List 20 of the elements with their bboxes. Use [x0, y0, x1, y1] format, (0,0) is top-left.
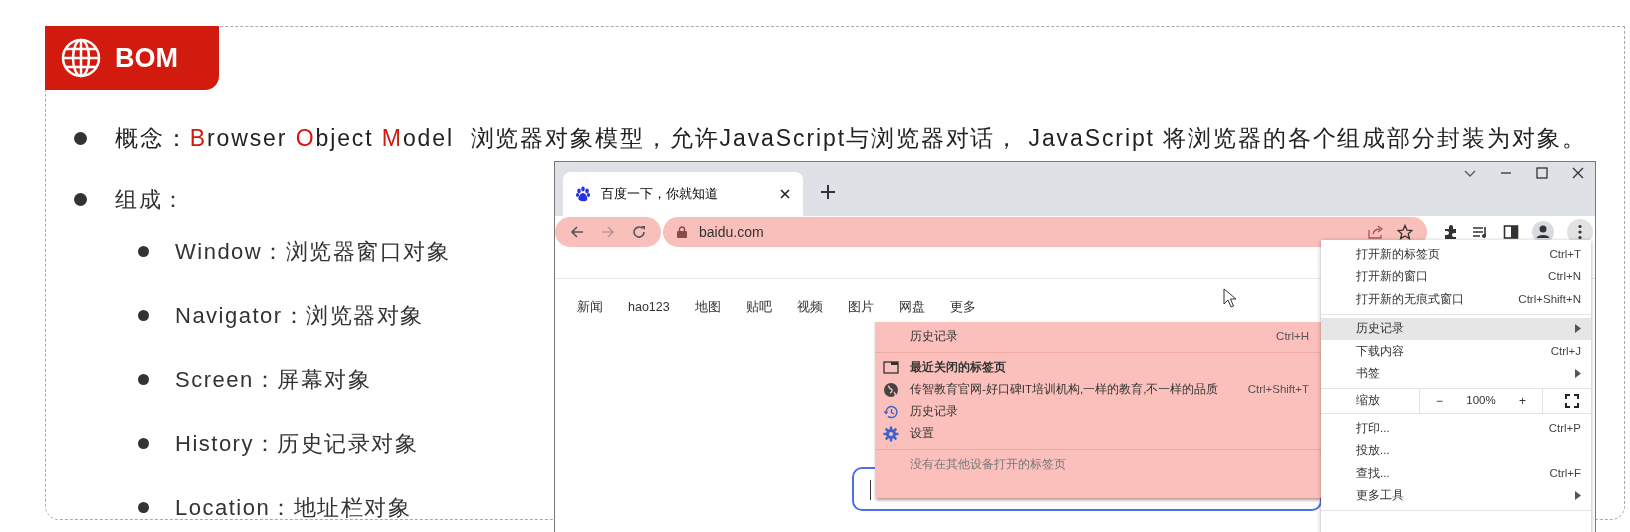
list-item-text: History：历史记录对象 — [175, 430, 419, 458]
shortcut-label: Ctrl+Shift+N — [1518, 291, 1581, 307]
zoom-label: 缩放 — [1355, 393, 1381, 409]
concept-text: 概念：Browser Object M odel 浏览器对象模型，允许JavaScript与浏览器对话， JavaScript 将浏览器的各个组成部分封装为对象。 — [115, 124, 1587, 153]
empty-note: 没有在其他设备打开的标签页 — [909, 457, 1067, 473]
list-item-text: Screen：屏幕对象 — [175, 366, 372, 394]
shortcut-label: Ctrl+P — [1548, 420, 1581, 436]
shortcut-label: Ctrl+H — [1276, 329, 1309, 345]
shortcut-label: Ctrl+J — [1550, 343, 1581, 359]
shortcut-label: Ctrl+Shift+T — [1247, 382, 1309, 398]
shortcut-label: Ctrl+F — [1549, 465, 1581, 481]
zoom-level: 100% — [1466, 393, 1496, 409]
composition-label: 组成： — [115, 186, 186, 214]
list-item-text: Navigator：浏览器对象 — [175, 302, 424, 330]
list-item-text: Location：地址栏对象 — [175, 494, 412, 522]
shortcut-label: Ctrl+T — [1549, 246, 1581, 262]
list-item-text: Window：浏览器窗口对象 — [175, 238, 451, 266]
shortcut-label: Ctrl+N — [1548, 269, 1581, 285]
header-title: BOM — [115, 41, 178, 75]
url-text: baidu.com — [699, 222, 764, 242]
